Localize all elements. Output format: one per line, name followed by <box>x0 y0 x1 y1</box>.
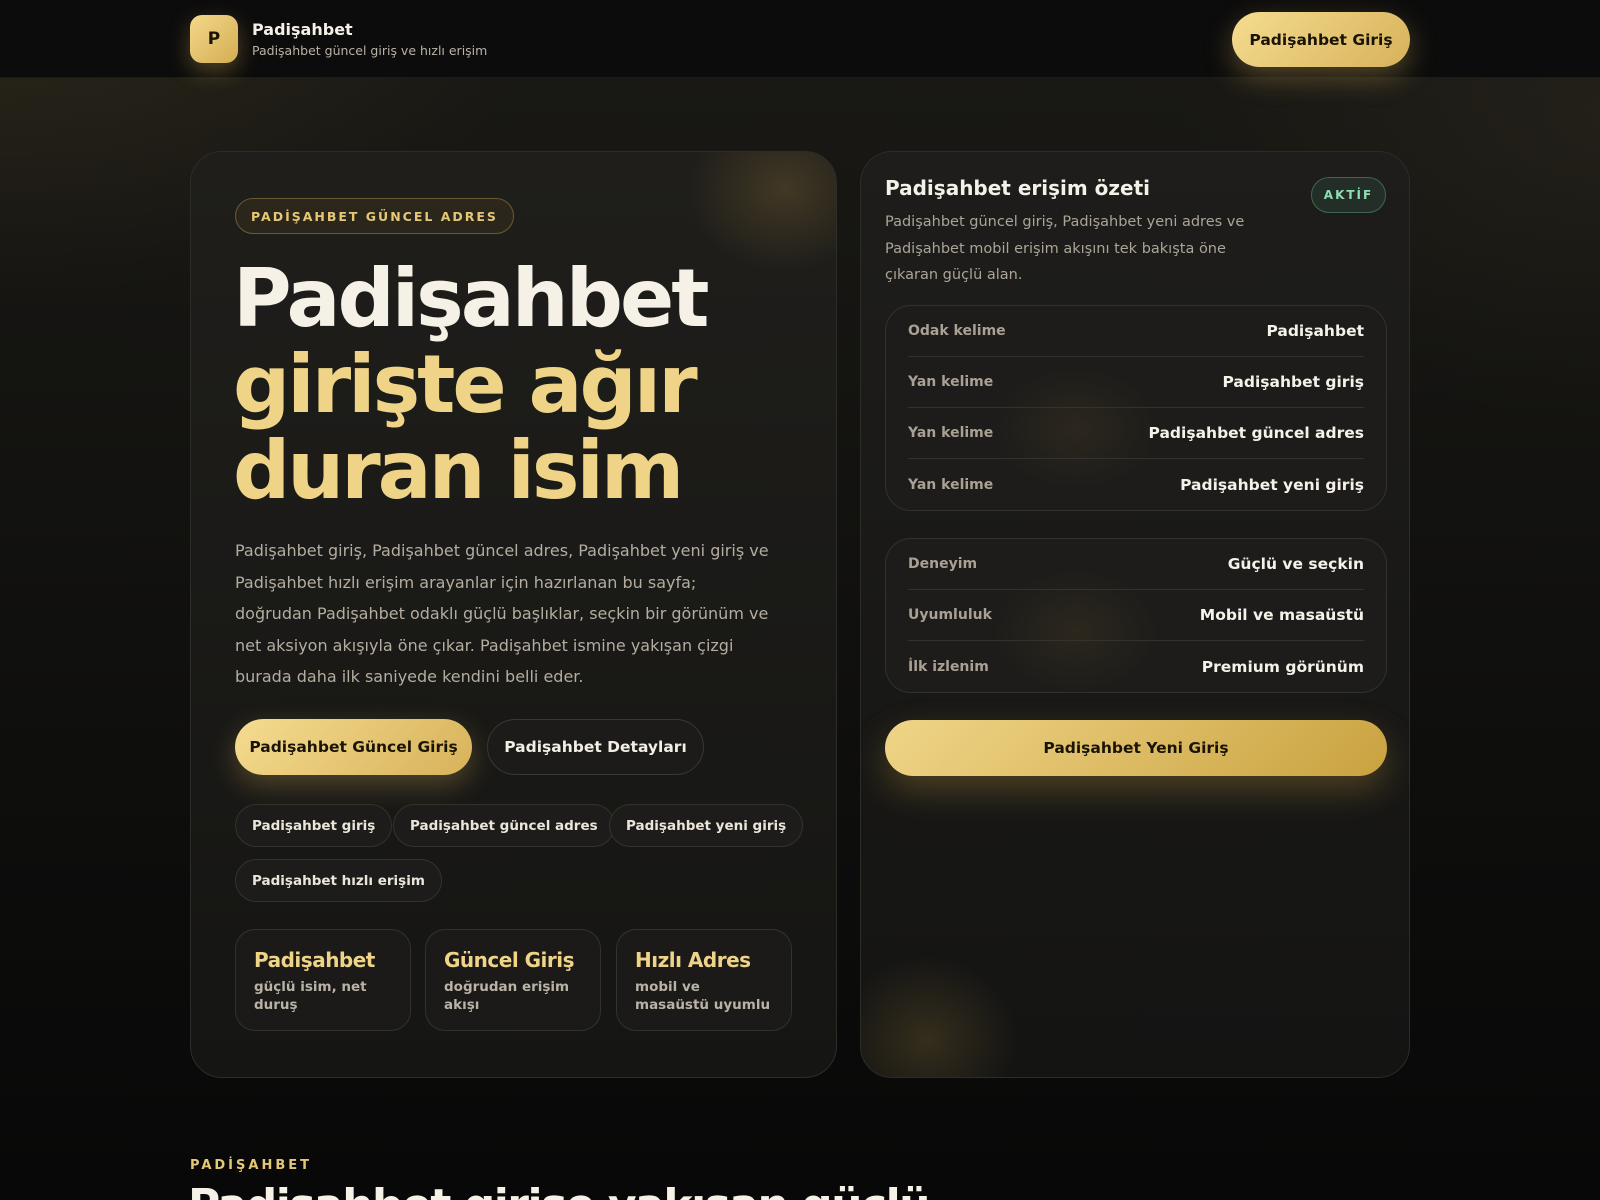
feature-label: Deneyim <box>908 556 978 572</box>
current-login-button[interactable]: Padişahbet Güncel Giriş <box>235 719 472 775</box>
feature-row: Uyumluluk Mobil ve masaüstü <box>908 590 1364 641</box>
feature-row: Deneyim Güçlü ve seçkin <box>908 539 1364 590</box>
brand-logo-icon: P <box>190 15 238 63</box>
hero-title: Padişahbet girişte ağır duran isim <box>233 256 793 514</box>
brand[interactable]: P Padişahbet Padişahbet güncel giriş ve … <box>190 15 487 63</box>
keyword-label: Odak kelime <box>908 323 1006 339</box>
hero-eyebrow-badge: PADİŞAHBET GÜNCEL ADRES <box>235 198 514 234</box>
top-navbar: P Padişahbet Padişahbet güncel giriş ve … <box>0 0 1600 78</box>
keyword-label: Yan kelime <box>908 476 994 493</box>
brand-tagline: Padişahbet güncel giriş ve hızlı erişim <box>252 43 488 58</box>
keyword-label: Yan kelime <box>908 374 994 390</box>
keyword-label: Yan kelime <box>908 425 994 441</box>
feature-card-subtitle: doğrudan erişim akışı <box>444 979 570 1013</box>
summary-description: Padişahbet güncel giriş, Padişahbet yeni… <box>885 214 1245 283</box>
status-badge: AKTİF <box>1311 177 1386 213</box>
hero-card: PADİŞAHBET GÜNCEL ADRES Padişahbet giriş… <box>190 151 837 1078</box>
feature-card-title: Padişahbet <box>254 948 375 972</box>
details-button[interactable]: Padişahbet Detayları <box>487 719 704 775</box>
brand-name: Padişahbet <box>252 20 353 39</box>
keyword-value: Padişahbet giriş <box>1222 373 1364 391</box>
feature-card-subtitle: güçlü isim, net duruş <box>254 979 367 1013</box>
feature-value: Premium görünüm <box>1201 657 1364 676</box>
keyword-row: Yan kelime Padişahbet güncel adres <box>908 408 1364 459</box>
access-summary-card: Padişahbet erişim özeti AKTİF Padişahbet… <box>860 151 1410 1078</box>
feature-card-title: Güncel Giriş <box>444 948 575 972</box>
tag-current-address[interactable]: Padişahbet güncel adres <box>393 804 615 847</box>
feature-card-address: Hızlı Adres mobil ve masaüstü uyumlu <box>616 929 792 1031</box>
hero-title-line-2: girişte ağır <box>233 338 698 431</box>
section-title: Padişahbet girişe yakışan güçlü <box>188 1180 931 1200</box>
hero-title-line-1: Padişahbet <box>233 252 709 345</box>
feature-card-subtitle: mobil ve masaüstü uyumlu <box>635 979 771 1013</box>
feature-label: İlk izlenim <box>908 658 989 675</box>
tag-new-login[interactable]: Padişahbet yeni giriş <box>609 804 804 847</box>
keyword-value: Padişahbet güncel adres <box>1148 424 1364 442</box>
feature-value: Mobil ve masaüstü <box>1199 606 1364 624</box>
feature-card-title: Hızlı Adres <box>635 948 751 972</box>
section-eyebrow: PADİŞAHBET <box>190 1158 312 1173</box>
keyword-row: Odak kelime Padişahbet <box>908 306 1364 357</box>
brand-text: Padişahbet Padişahbet güncel giriş ve hı… <box>252 20 487 58</box>
keyword-value: Padişahbet <box>1266 322 1364 340</box>
keyword-value: Padişahbet yeni giriş <box>1180 475 1364 494</box>
tag-login[interactable]: Padişahbet giriş <box>235 804 393 847</box>
new-login-button[interactable]: Padişahbet Yeni Giriş <box>885 720 1387 776</box>
feature-value: Güçlü ve seçkin <box>1227 555 1364 573</box>
header-login-button[interactable]: Padişahbet Giriş <box>1232 12 1410 67</box>
keyword-row: Yan kelime Padişahbet giriş <box>908 357 1364 408</box>
hero-description: Padişahbet giriş, Padişahbet güncel adre… <box>235 541 769 686</box>
feature-card-login: Güncel Giriş doğrudan erişim akışı <box>425 929 601 1031</box>
hero-title-line-3: duran isim <box>233 424 684 517</box>
keyword-row: Yan kelime Padişahbet yeni giriş <box>908 459 1364 510</box>
tag-fast-access[interactable]: Padişahbet hızlı erişim <box>235 859 442 902</box>
summary-title: Padişahbet erişim özeti <box>885 176 1151 200</box>
feature-list: Deneyim Güçlü ve seçkin Uyumluluk Mobil … <box>885 538 1387 693</box>
feature-row: İlk izlenim Premium görünüm <box>908 641 1364 692</box>
feature-card-brand: Padişahbet güçlü isim, net duruş <box>235 929 411 1031</box>
feature-label: Uyumluluk <box>908 607 992 623</box>
keyword-list: Odak kelime Padişahbet Yan kelime Padişa… <box>885 305 1387 511</box>
